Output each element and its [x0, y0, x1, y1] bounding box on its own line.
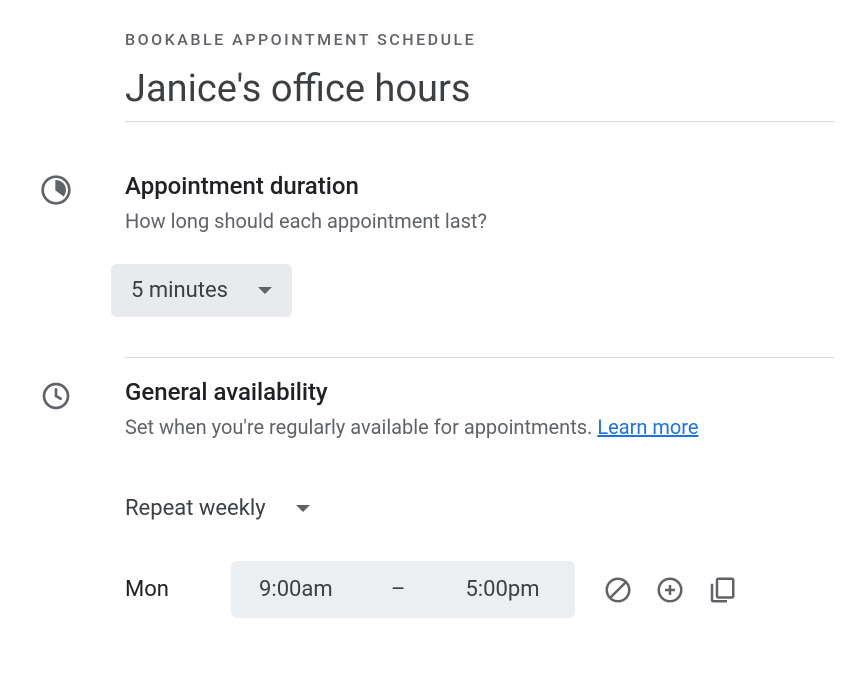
duration-desc: How long should each appointment last?: [125, 206, 834, 236]
chevron-down-icon: [296, 505, 310, 512]
chevron-down-icon: [258, 287, 272, 294]
repeat-dropdown[interactable]: Repeat weekly: [125, 486, 310, 531]
clock-icon: [40, 380, 72, 416]
overline-label: BOOKABLE APPOINTMENT SCHEDULE: [125, 30, 834, 49]
divider: [125, 357, 834, 358]
availability-desc: Set when you're regularly available for …: [125, 415, 597, 439]
time-separator: –: [381, 577, 415, 602]
duration-dropdown[interactable]: 5 minutes: [111, 264, 292, 317]
schedule-title-input[interactable]: [125, 67, 834, 122]
end-time-input[interactable]: [415, 571, 575, 608]
copy-icon[interactable]: [707, 575, 737, 605]
unavailable-icon[interactable]: [603, 575, 633, 605]
day-label: Mon: [125, 577, 231, 602]
start-time-input[interactable]: [231, 571, 381, 608]
availability-title: General availability: [125, 378, 834, 406]
timelapse-icon: [40, 174, 72, 210]
repeat-selected: Repeat weekly: [125, 496, 266, 521]
duration-title: Appointment duration: [125, 172, 834, 200]
time-range: –: [231, 561, 575, 618]
learn-more-link[interactable]: Learn more: [597, 415, 698, 439]
add-icon[interactable]: [655, 575, 685, 605]
day-row: Mon –: [125, 561, 834, 618]
duration-selected: 5 minutes: [131, 278, 228, 303]
